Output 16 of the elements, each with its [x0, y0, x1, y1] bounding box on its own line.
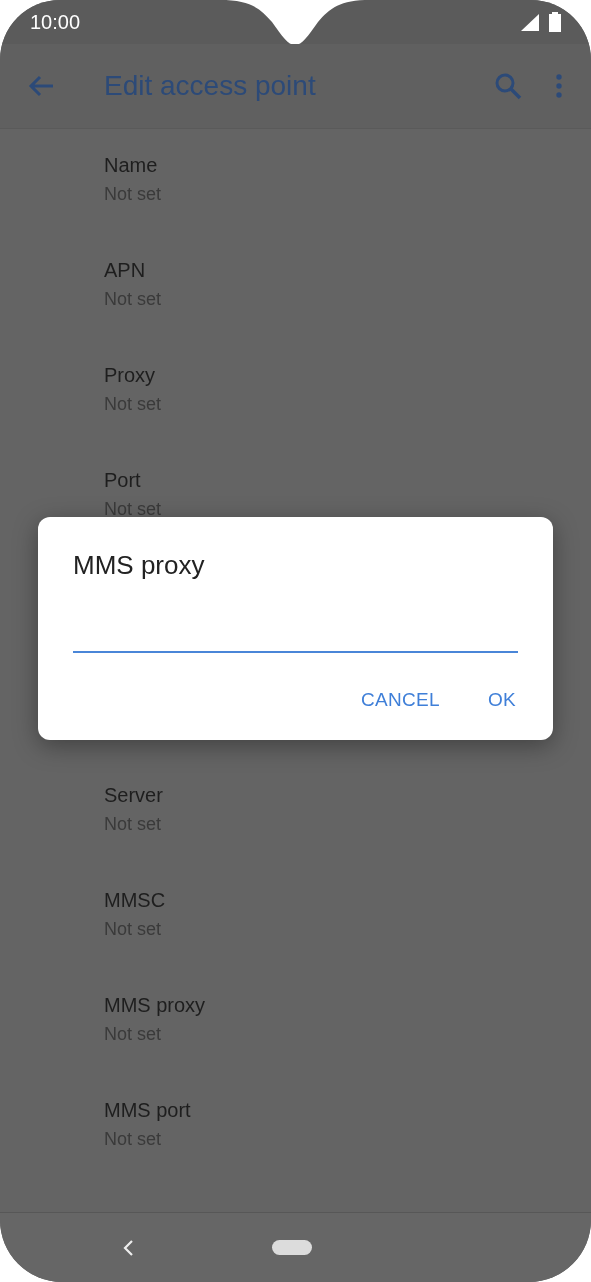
- home-pill[interactable]: [272, 1240, 312, 1255]
- status-time: 10:00: [30, 10, 81, 34]
- signal-icon: [521, 13, 539, 31]
- setting-title[interactable]: Server: [104, 781, 163, 809]
- setting-title[interactable]: Name: [104, 151, 158, 179]
- setting-title[interactable]: APN: [104, 256, 146, 284]
- setting-title[interactable]: MMS port: [104, 1096, 191, 1124]
- back-icon[interactable]: [122, 1238, 134, 1257]
- setting-title[interactable]: Proxy: [104, 361, 156, 389]
- battery-icon: [549, 12, 561, 32]
- setting-title[interactable]: Port: [104, 466, 141, 494]
- setting-title[interactable]: MMSC: [104, 886, 166, 914]
- setting-title[interactable]: MMS proxy: [104, 991, 206, 1019]
- dialog-button[interactable]: CANCEL: [347, 681, 454, 719]
- dialog-title: MMS proxy: [73, 549, 206, 582]
- dialog-button[interactable]: OK: [473, 681, 530, 719]
